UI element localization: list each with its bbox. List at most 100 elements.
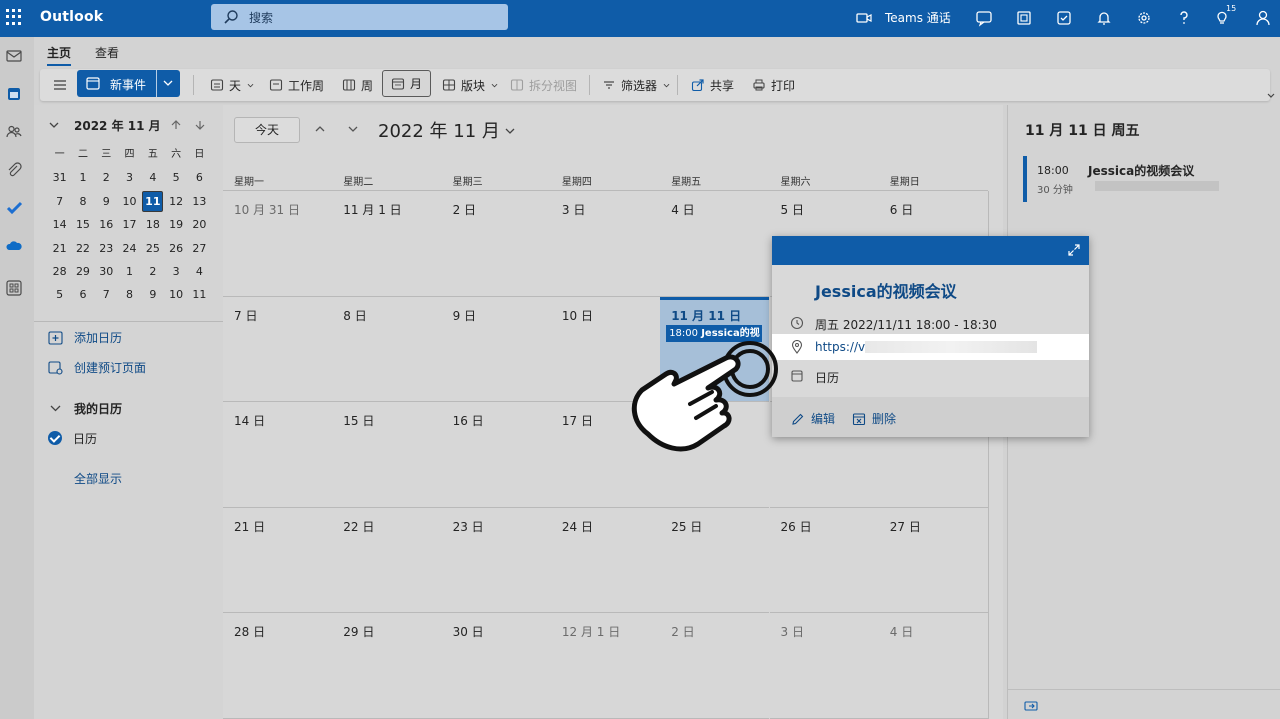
mini-day-cell[interactable]: 11: [141, 190, 164, 213]
mini-day-cell[interactable]: 4: [188, 260, 211, 283]
mini-day-cell[interactable]: 5: [164, 166, 187, 189]
print-button[interactable]: 打印: [752, 75, 795, 95]
show-all-link[interactable]: 全部显示: [74, 469, 122, 487]
mini-day-cell[interactable]: 8: [71, 190, 94, 213]
day-cell[interactable]: 29 日: [332, 613, 442, 719]
teams-call-label[interactable]: Teams 通话: [885, 9, 951, 26]
mini-day-cell[interactable]: 6: [188, 166, 211, 189]
mini-day-cell[interactable]: 21: [48, 237, 71, 260]
app-launcher-icon[interactable]: [6, 9, 22, 25]
share-button[interactable]: 共享: [691, 75, 734, 95]
add-calendar-link[interactable]: 添加日历: [48, 328, 122, 346]
popup-meeting-link[interactable]: https://v: [815, 340, 865, 354]
mini-day-cell[interactable]: 6: [71, 283, 94, 306]
mini-day-cell[interactable]: 1: [71, 166, 94, 189]
account-icon[interactable]: [1254, 9, 1272, 27]
mini-day-cell[interactable]: 10: [164, 283, 187, 306]
tab-home[interactable]: 主页: [47, 44, 72, 66]
mini-day-cell[interactable]: 20: [188, 213, 211, 236]
day-cell[interactable]: 25 日: [660, 508, 770, 614]
todo-check-icon[interactable]: [5, 199, 23, 217]
day-cell[interactable]: 23 日: [441, 508, 551, 614]
gear-icon[interactable]: [1135, 9, 1153, 27]
new-event-button[interactable]: 新事件: [77, 70, 180, 97]
mini-day-cell[interactable]: 29: [71, 260, 94, 283]
day-cell[interactable]: 11 月 1 日: [332, 191, 442, 297]
mini-day-cell[interactable]: 22: [71, 237, 94, 260]
mini-day-cell[interactable]: 31: [48, 166, 71, 189]
todo-icon[interactable]: [1055, 9, 1073, 27]
bell-icon[interactable]: [1095, 9, 1113, 27]
video-call-icon[interactable]: [855, 9, 873, 27]
people-icon[interactable]: [5, 123, 23, 141]
day-cell[interactable]: 15 日: [332, 402, 442, 508]
day-cell[interactable]: 3 日: [769, 613, 879, 719]
search-input[interactable]: 搜索: [249, 9, 273, 26]
day-cell[interactable]: 2 日: [441, 191, 551, 297]
collapse-pane-icon[interactable]: [1024, 699, 1038, 713]
agenda-event-item[interactable]: 18:00 30 分钟 Jessica的视频会议: [1023, 156, 1263, 202]
day-cell[interactable]: 28 日: [223, 613, 333, 719]
mini-day-cell[interactable]: 2: [95, 166, 118, 189]
help-icon[interactable]: [1175, 9, 1193, 27]
arrow-up-icon[interactable]: [170, 119, 182, 131]
mini-day-cell[interactable]: 14: [48, 213, 71, 236]
chat-icon[interactable]: [975, 9, 993, 27]
next-month-icon[interactable]: [347, 123, 359, 135]
day-cell[interactable]: 8 日: [332, 297, 442, 403]
mini-day-cell[interactable]: 24: [118, 237, 141, 260]
mini-day-cell[interactable]: 11: [188, 283, 211, 306]
board-view-button[interactable]: 版块: [442, 75, 499, 95]
paperclip-icon[interactable]: [5, 161, 23, 179]
week-view-button[interactable]: 周: [342, 75, 373, 95]
day-cell[interactable]: 12 月 1 日: [550, 613, 661, 719]
expand-icon[interactable]: [1067, 243, 1081, 257]
mini-day-cell[interactable]: 25: [141, 237, 164, 260]
my-calendars-section[interactable]: 我的日历: [48, 399, 122, 417]
onedrive-icon[interactable]: [5, 237, 23, 255]
chevron-down-icon[interactable]: [162, 77, 174, 89]
mini-day-cell[interactable]: 9: [141, 283, 164, 306]
calendar-icon[interactable]: [5, 85, 23, 103]
mini-day-cell[interactable]: 4: [141, 166, 164, 189]
mini-day-cell[interactable]: 30: [95, 260, 118, 283]
mini-day-cell[interactable]: 5: [48, 283, 71, 306]
tab-view[interactable]: 查看: [95, 44, 119, 61]
calendar-checkbox-item[interactable]: 日历: [48, 429, 97, 447]
day-cell[interactable]: 24 日: [550, 508, 661, 614]
mini-calendar-title[interactable]: 2022 年 11 月: [74, 117, 161, 134]
app-name[interactable]: Outlook: [40, 9, 103, 25]
month-view-button[interactable]: 月: [382, 70, 432, 97]
day-cell[interactable]: 21 日: [223, 508, 333, 614]
mini-day-cell[interactable]: 19: [164, 213, 187, 236]
mini-day-cell[interactable]: 15: [71, 213, 94, 236]
mini-day-cell[interactable]: 18: [141, 213, 164, 236]
day-cell[interactable]: 14 日: [223, 402, 333, 508]
mini-day-cell[interactable]: 28: [48, 260, 71, 283]
day-cell[interactable]: 4 日: [660, 191, 770, 297]
day-cell[interactable]: 3 日: [550, 191, 661, 297]
month-title[interactable]: 2022 年 11 月: [378, 117, 516, 143]
work-week-button[interactable]: 工作周: [269, 75, 324, 95]
arrow-down-icon[interactable]: [194, 119, 206, 131]
day-cell[interactable]: 10 月 31 日: [223, 191, 333, 297]
office-icon[interactable]: [1015, 9, 1033, 27]
mini-day-cell[interactable]: 27: [188, 237, 211, 260]
day-cell[interactable]: 26 日: [769, 508, 879, 614]
previous-month-icon[interactable]: [314, 123, 326, 135]
day-cell[interactable]: 4 日: [878, 613, 989, 719]
delete-button[interactable]: 删除: [852, 410, 896, 427]
day-cell[interactable]: 22 日: [332, 508, 442, 614]
mini-day-cell[interactable]: 9: [95, 190, 118, 213]
mini-day-cell[interactable]: 26: [164, 237, 187, 260]
mini-day-cell[interactable]: 2: [141, 260, 164, 283]
mini-day-cell[interactable]: 3: [164, 260, 187, 283]
day-cell[interactable]: 9 日: [441, 297, 551, 403]
day-cell[interactable]: 2 日: [660, 613, 770, 719]
mini-day-cell[interactable]: 23: [95, 237, 118, 260]
collapse-chevron-icon[interactable]: [48, 119, 60, 131]
ribbon-expand-icon[interactable]: [1266, 91, 1276, 101]
filter-button[interactable]: 筛选器: [602, 75, 671, 95]
hamburger-icon[interactable]: [52, 77, 68, 93]
mini-day-cell[interactable]: 13: [188, 190, 211, 213]
